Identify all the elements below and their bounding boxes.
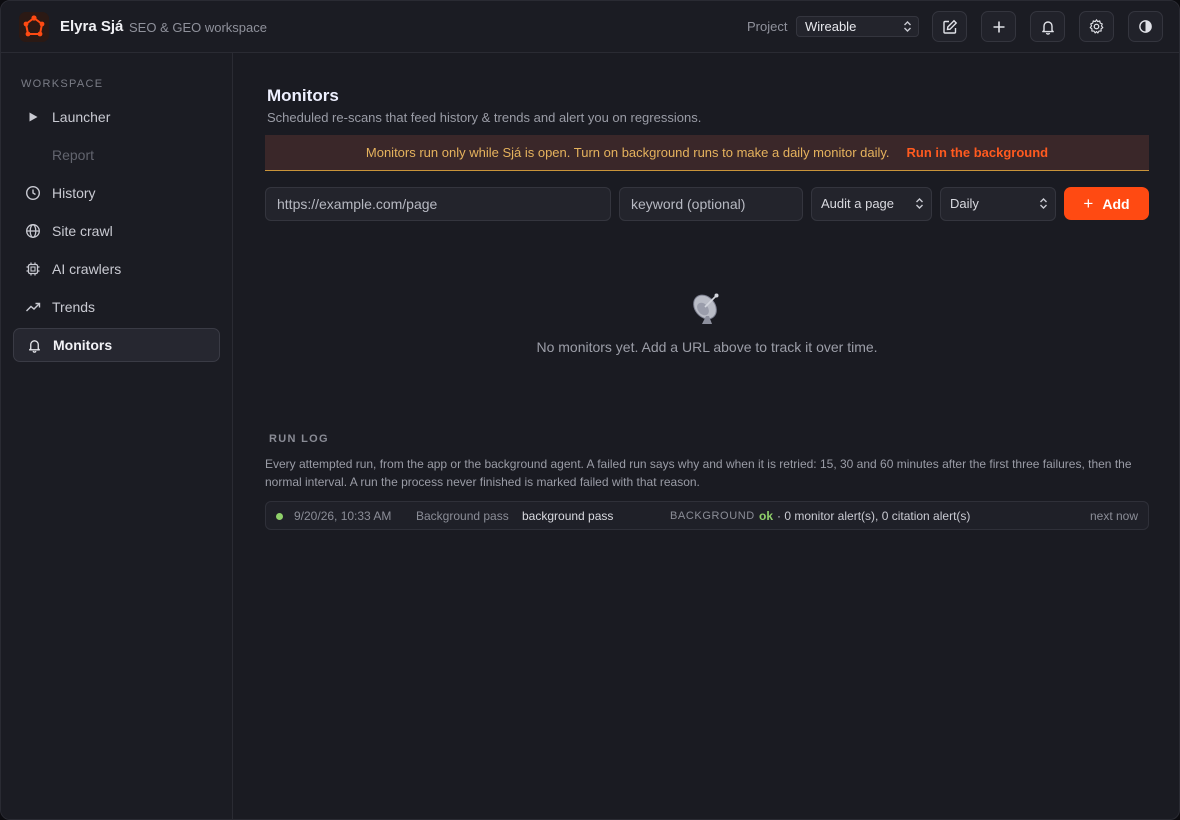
run-alerts: · 0 monitor alert(s), 0 citation alert(s… (777, 509, 971, 523)
sidebar-item-report[interactable]: Report (13, 138, 220, 172)
sidebar-item-label: Site crawl (52, 223, 113, 239)
app-logo-icon (19, 12, 49, 42)
plus-icon (993, 21, 1004, 32)
app-subtitle: SEO & GEO workspace (129, 20, 267, 35)
mode-select[interactable]: Audit a page (811, 187, 932, 221)
bell-icon (25, 336, 43, 354)
report-icon (24, 146, 42, 164)
sidebar-item-trends[interactable]: Trends (13, 290, 220, 324)
globe-icon (24, 222, 42, 240)
add-monitor-button[interactable]: + Add (1064, 187, 1149, 220)
sidebar-heading: WORKSPACE (21, 78, 104, 90)
page-title: Monitors (267, 86, 339, 105)
sidebar-item-label: History (52, 185, 96, 201)
top-bar: Elyra Sjá SEO & GEO workspace Project Wi… (1, 1, 1179, 53)
sidebar-item-ai-crawlers[interactable]: AI crawlers (13, 252, 220, 286)
gear-icon (1089, 19, 1104, 34)
edit-icon (942, 19, 957, 34)
keyword-input[interactable]: keyword (optional) (619, 187, 803, 221)
add-button-label: Add (1102, 195, 1130, 212)
run-log-row[interactable]: 9/20/26, 10:33 AM Background pass backgr… (265, 501, 1149, 530)
frequency-select-value: Daily (950, 196, 979, 211)
notifications-button[interactable] (1030, 11, 1065, 42)
project-label: Project (747, 19, 788, 34)
plus-icon: + (1083, 193, 1094, 213)
sidebar-item-label: Trends (52, 299, 96, 315)
url-input-placeholder: https://example.com/page (277, 196, 438, 212)
app-window: Elyra Sjá SEO & GEO workspace Project Wi… (0, 0, 1180, 820)
sidebar-item-launcher[interactable]: Launcher (13, 100, 220, 134)
sidebar-item-monitors[interactable]: Monitors (13, 328, 220, 362)
sidebar-item-site-crawl[interactable]: Site crawl (13, 214, 220, 248)
project-select-value: Wireable (805, 19, 857, 34)
sidebar-item-label: Report (52, 147, 95, 163)
url-input[interactable]: https://example.com/page (265, 187, 611, 221)
sidebar: WORKSPACE Launcher Report History Site c… (1, 53, 233, 819)
sidebar-item-label: AI crawlers (52, 261, 122, 277)
sidebar-item-label: Monitors (53, 337, 113, 353)
app-title: Elyra Sjá (60, 18, 124, 35)
trend-up-icon (24, 298, 42, 316)
satellite-dish-icon (693, 293, 719, 324)
select-arrows-icon (1040, 198, 1047, 209)
run-log-heading: RUN LOG (269, 433, 329, 445)
clock-icon (24, 184, 42, 202)
run-description: background pass (522, 509, 614, 523)
run-status: ok (759, 509, 774, 523)
run-source-badge: BACKGROUND (670, 510, 755, 522)
run-next: next now (1089, 509, 1138, 523)
run-log-description: Every attempted run, from the app or the… (265, 457, 1132, 489)
empty-state-message: No monitors yet. Add a URL above to trac… (536, 339, 878, 355)
page-description: Scheduled re-scans that feed history & t… (267, 110, 702, 125)
frequency-select[interactable]: Daily (940, 187, 1056, 221)
edit-button[interactable] (932, 11, 967, 42)
sidebar-item-label: Launcher (52, 109, 111, 125)
background-runs-banner: Monitors run only while Sjá is open. Tur… (265, 135, 1149, 171)
main-panel: Monitors Scheduled re-scans that feed hi… (233, 53, 1179, 819)
bell-icon (1041, 20, 1054, 35)
add-project-button[interactable] (981, 11, 1016, 42)
keyword-input-placeholder: keyword (optional) (631, 196, 746, 212)
select-arrows-icon (904, 21, 911, 32)
contrast-icon (1139, 20, 1152, 33)
run-time: 9/20/26, 10:33 AM (294, 509, 392, 523)
settings-button[interactable] (1079, 11, 1114, 42)
banner-message: Monitors run only while Sjá is open. Tur… (365, 145, 890, 160)
chip-icon (24, 260, 42, 278)
run-in-background-link[interactable]: Run in the background (907, 145, 1049, 160)
play-icon (24, 108, 42, 126)
sidebar-item-history[interactable]: History (13, 176, 220, 210)
run-name: Background pass (416, 509, 509, 523)
select-arrows-icon (916, 198, 923, 209)
status-dot (276, 513, 283, 520)
project-select[interactable]: Wireable (796, 16, 919, 37)
mode-select-value: Audit a page (821, 196, 895, 211)
theme-toggle-button[interactable] (1128, 11, 1163, 42)
